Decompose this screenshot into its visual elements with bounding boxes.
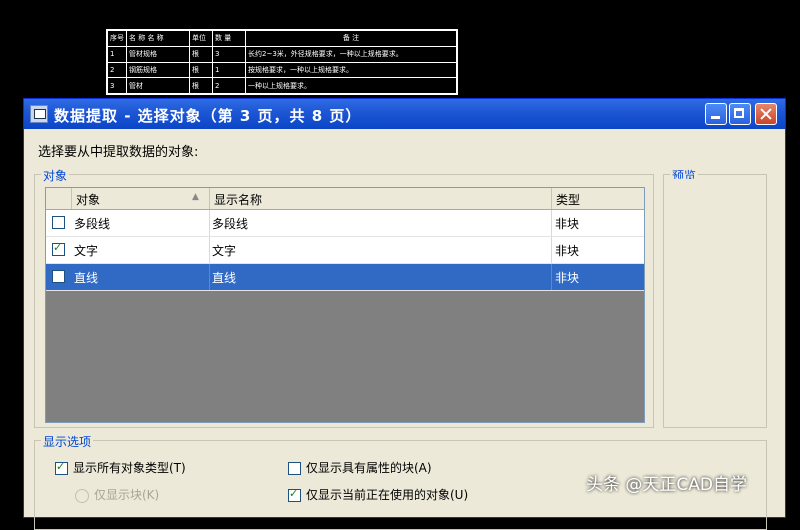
cad-cell: 根 (189, 45, 213, 63)
row-display: 直线 (212, 271, 237, 285)
row-checkbox[interactable] (52, 241, 65, 256)
cad-cell: 3 (107, 77, 127, 94)
show-blocks-only-label: 仅显示块(K) (94, 488, 160, 502)
objects-group-title: 对象 (41, 167, 70, 184)
row-object: 文字 (74, 244, 99, 258)
cad-cell: 管材规格 (126, 45, 190, 63)
preview-group: 预览 (663, 167, 767, 428)
cad-cell: 2 (107, 61, 127, 79)
cad-cell: 3 (212, 45, 246, 63)
list-row[interactable]: 文字 文字 非块 (46, 237, 644, 264)
show-blocks-only-radio[interactable] (75, 488, 89, 503)
row-divider (551, 237, 552, 263)
column-header-type[interactable]: 类型 (552, 188, 644, 209)
row-object: 直线 (74, 271, 99, 285)
cad-cell: 根 (189, 77, 213, 94)
cad-table-header: 序号 名 称 名 称 单位 数 量 备 注 (107, 30, 457, 47)
show-attr-blocks-label: 仅显示具有属性的块(A) (306, 461, 432, 475)
cad-cell: 长约2~3米，外径规格要求，一种以上规格要求。 (245, 45, 457, 63)
title-bar[interactable]: 数据提取 - 选择对象（第 3 页，共 8 页） (24, 99, 785, 129)
cad-cell: 名 称 名 称 (126, 30, 190, 47)
show-all-types-option[interactable]: 显示所有对象类型(T) (55, 459, 186, 476)
row-type: 非块 (555, 244, 580, 258)
watermark: 头条 @天正CAD自学 (586, 475, 747, 495)
row-display: 多段线 (212, 217, 249, 231)
cad-drawing-table: 序号 名 称 名 称 单位 数 量 备 注 1 管材规格 根 3 长约2~3米，… (106, 29, 458, 95)
column-header-checkbox (46, 188, 72, 209)
cad-cell: 一种以上规格要求。 (245, 77, 457, 94)
show-in-use-option[interactable]: 仅显示当前正在使用的对象(U) (288, 486, 468, 503)
row-checkbox[interactable] (52, 270, 65, 283)
row-display: 文字 (212, 244, 237, 258)
maximize-button[interactable] (729, 103, 751, 125)
dialog-title: 数据提取 - 选择对象（第 3 页，共 8 页） (54, 107, 362, 125)
cad-cell: 备 注 (245, 30, 457, 47)
show-attr-blocks-option[interactable]: 仅显示具有属性的块(A) (288, 459, 432, 476)
display-options-title: 显示选项 (41, 433, 94, 450)
cad-cell: 1 (212, 61, 246, 79)
cad-cell: 钢筋规格 (126, 61, 190, 79)
column-header-display-label: 显示名称 (214, 193, 263, 207)
row-type: 非块 (555, 271, 580, 285)
close-button[interactable] (755, 103, 777, 125)
column-header-object[interactable]: 对象 ▲ (72, 188, 210, 209)
cad-table-row: 1 管材规格 根 3 长约2~3米，外径规格要求，一种以上规格要求。 (107, 45, 457, 63)
show-in-use-label: 仅显示当前正在使用的对象(U) (306, 488, 469, 502)
row-checkbox[interactable] (52, 216, 65, 229)
sort-arrow-icon: ▲ (192, 192, 199, 202)
row-object: 多段线 (74, 217, 111, 231)
objects-list[interactable]: 对象 ▲ 显示名称 类型 多段线 多段线 非块 文字 文字 非块 (45, 187, 645, 423)
column-header-object-label: 对象 (76, 193, 101, 207)
cad-table-row: 3 管材 根 2 一种以上规格要求。 (107, 77, 457, 94)
column-header-display-name[interactable]: 显示名称 (210, 188, 552, 209)
cad-cell: 按规格要求，一种以上规格要求。 (245, 61, 457, 79)
cad-cell: 1 (107, 45, 127, 63)
cad-cell: 数 量 (212, 30, 246, 47)
app-icon (30, 105, 48, 123)
row-divider (209, 210, 210, 236)
show-all-types-label: 显示所有对象类型(T) (73, 461, 186, 475)
row-divider (551, 264, 552, 290)
show-all-types-checkbox[interactable] (55, 460, 68, 475)
list-row[interactable]: 多段线 多段线 非块 (46, 210, 644, 237)
column-header-type-label: 类型 (556, 193, 581, 207)
minimize-button[interactable] (705, 103, 727, 125)
cad-table-row: 2 钢筋规格 根 1 按规格要求，一种以上规格要求。 (107, 61, 457, 79)
show-attr-blocks-checkbox[interactable] (288, 462, 301, 475)
list-header: 对象 ▲ 显示名称 类型 (46, 188, 644, 210)
cad-cell: 管材 (126, 77, 190, 94)
row-divider (209, 237, 210, 263)
cad-cell: 根 (189, 61, 213, 79)
show-blocks-only-option[interactable]: 仅显示块(K) (75, 486, 159, 503)
cad-cell: 序号 (107, 30, 127, 47)
show-in-use-checkbox[interactable] (288, 487, 301, 502)
preview-area (664, 179, 766, 287)
cad-cell: 2 (212, 77, 246, 94)
row-divider (551, 210, 552, 236)
cad-cell: 单位 (189, 30, 213, 47)
row-divider (209, 264, 210, 290)
data-extraction-dialog: 数据提取 - 选择对象（第 3 页，共 8 页） 选择要从中提取数据的对象: 对… (23, 98, 786, 530)
row-type: 非块 (555, 217, 580, 231)
list-row-selected[interactable]: 直线 直线 非块 (46, 264, 644, 291)
select-prompt: 选择要从中提取数据的对象: (38, 145, 199, 160)
